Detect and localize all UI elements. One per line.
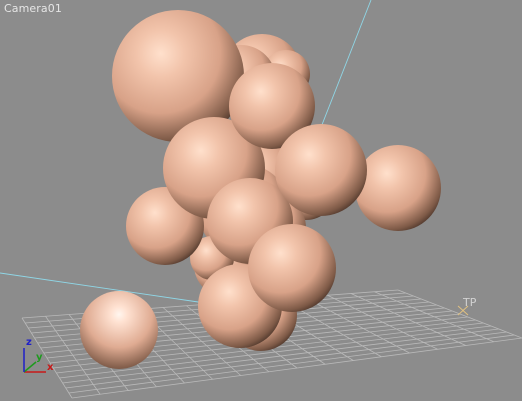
sphere[interactable] [275, 124, 367, 216]
axis-z-label: z [26, 337, 32, 348]
sphere[interactable] [80, 291, 158, 369]
viewport-camera01[interactable]: Camera01 TP x y z [0, 0, 522, 401]
sphere[interactable] [355, 145, 441, 231]
target-label: TP [463, 296, 477, 309]
axis-y-line [23, 361, 37, 373]
viewport-label[interactable]: Camera01 [4, 2, 62, 15]
sphere-cluster[interactable] [80, 10, 441, 369]
scene-canvas [0, 0, 522, 399]
sphere[interactable] [248, 224, 336, 312]
axis-y-label: y [36, 352, 43, 363]
axis-x-label: x [47, 362, 54, 373]
